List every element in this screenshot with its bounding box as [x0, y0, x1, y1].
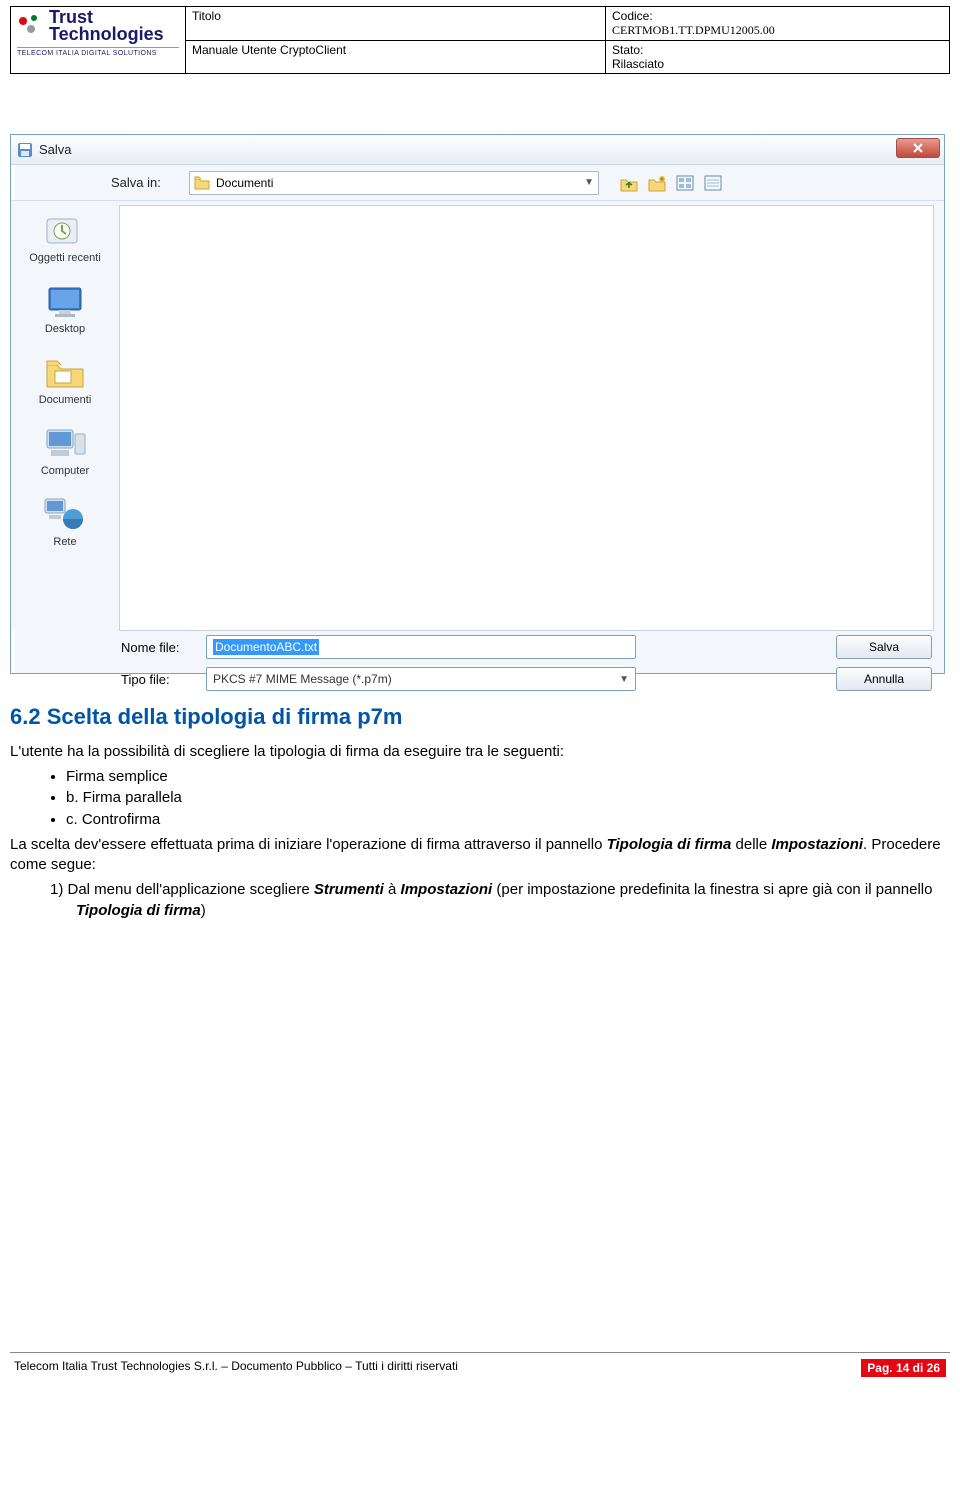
computer-icon: [41, 424, 89, 462]
step1-post2: ): [201, 902, 206, 919]
para2-em1: Tipologia di firma: [607, 836, 732, 853]
filetype-select[interactable]: PKCS #7 MIME Message (*.p7m) ▼: [206, 667, 636, 691]
step1-post1: (per impostazione predefinita la finestr…: [492, 881, 932, 898]
para2: La scelta dev'essere effettuata prima di…: [10, 835, 950, 876]
stato-label: Stato:: [612, 43, 943, 57]
chevron-down-icon: ▼: [619, 674, 629, 685]
file-list-area[interactable]: [119, 205, 934, 631]
intro-text: L'utente ha la possibilità di scegliere …: [10, 742, 950, 763]
bullet-list: Firma semplice b. Firma parallela c. Con…: [66, 767, 950, 831]
step1-pre: 1) Dal menu dell'applicazione scegliere: [50, 881, 314, 898]
filename-label: Nome file:: [121, 640, 196, 655]
place-desktop[interactable]: Desktop: [17, 278, 113, 339]
codice-cell: Codice: CERTMOB1.TT.DPMU12005.00: [606, 7, 950, 41]
ordered-list: 1) Dal menu dell'applicazione scegliere …: [50, 880, 950, 921]
documents-icon: [41, 353, 89, 391]
place-label: Oggetti recenti: [29, 252, 101, 264]
page-footer: Telecom Italia Trust Technologies S.r.l.…: [10, 1352, 950, 1377]
place-label: Rete: [53, 536, 76, 548]
place-documents[interactable]: Documenti: [17, 349, 113, 410]
stato-cell: Stato: Rilasciato: [606, 41, 950, 74]
save-in-value: Documenti: [216, 176, 578, 190]
logo-text-2: Technologies: [49, 26, 164, 43]
footer-left: Telecom Italia Trust Technologies S.r.l.…: [14, 1359, 458, 1377]
network-icon: [41, 495, 89, 533]
place-label: Desktop: [45, 323, 85, 335]
doc-header: Trust Technologies TELECOM ITALIA DIGITA…: [10, 6, 950, 74]
para2-mid: delle: [731, 836, 771, 853]
section-heading: 6.2 Scelta della tipologia di firma p7m: [10, 704, 950, 730]
titlebar: Salva: [11, 135, 944, 165]
place-computer[interactable]: Computer: [17, 420, 113, 481]
step1-em2: Impostazioni: [401, 881, 493, 898]
codice-value: CERTMOB1.TT.DPMU12005.00: [612, 23, 943, 38]
up-folder-icon[interactable]: [619, 173, 639, 193]
filetype-row: Tipo file: PKCS #7 MIME Message (*.p7m) …: [11, 663, 944, 695]
places-bar: Oggetti recenti Desktop Documenti: [11, 201, 119, 631]
place-recent[interactable]: Oggetti recenti: [17, 207, 113, 268]
titolo-cell: Titolo: [186, 7, 606, 41]
step1-em3: Tipologia di firma: [76, 902, 201, 919]
bullet-item: c. Controfirma: [66, 810, 950, 831]
save-dialog: Salva Salva in: Documenti ▼: [10, 134, 945, 674]
place-label: Computer: [41, 465, 89, 477]
view-list-icon[interactable]: [675, 173, 695, 193]
step-1: 1) Dal menu dell'applicazione scegliere …: [50, 880, 950, 921]
view-details-icon[interactable]: [703, 173, 723, 193]
close-button[interactable]: [896, 138, 940, 158]
filename-value: DocumentoABC.txt: [213, 639, 319, 655]
filetype-value: PKCS #7 MIME Message (*.p7m): [213, 672, 392, 686]
save-in-combo[interactable]: Documenti ▼: [189, 171, 599, 195]
logo-cell: Trust Technologies TELECOM ITALIA DIGITA…: [11, 7, 186, 74]
codice-label: Codice:: [612, 9, 943, 23]
step1-mid: à: [384, 881, 401, 898]
cancel-button[interactable]: Annulla: [836, 667, 932, 691]
place-network[interactable]: Rete: [17, 491, 113, 552]
chevron-down-icon: ▼: [584, 177, 594, 188]
stato-value: Rilasciato: [612, 57, 943, 71]
save-dialog-icon: [17, 142, 33, 158]
logo-subtext: TELECOM ITALIA DIGITAL SOLUTIONS: [17, 47, 179, 57]
titolo-label: Titolo: [192, 9, 599, 23]
save-button[interactable]: Salva: [836, 635, 932, 659]
filename-input[interactable]: DocumentoABC.txt: [206, 635, 636, 659]
para2-em2: Impostazioni: [771, 836, 863, 853]
para2-pre: La scelta dev'essere effettuata prima di…: [10, 836, 607, 853]
save-in-row: Salva in: Documenti ▼: [11, 165, 944, 201]
new-folder-icon[interactable]: [647, 173, 667, 193]
recent-icon: [41, 211, 89, 249]
logo-icon: [17, 15, 45, 37]
filetype-label: Tipo file:: [121, 672, 196, 687]
bullet-item: Firma semplice: [66, 767, 950, 788]
desktop-icon: [41, 282, 89, 320]
dialog-title: Salva: [39, 142, 72, 157]
footer-page-number: Pag. 14 di 26: [861, 1359, 946, 1377]
filename-row: Nome file: DocumentoABC.txt Salva: [11, 631, 944, 663]
folder-icon: [194, 176, 210, 190]
bullet-item: b. Firma parallela: [66, 788, 950, 809]
manual-title-cell: Manuale Utente CryptoClient: [186, 41, 606, 74]
manual-title: Manuale Utente CryptoClient: [192, 43, 599, 57]
step1-em1: Strumenti: [314, 881, 384, 898]
place-label: Documenti: [39, 394, 92, 406]
save-in-label: Salva in:: [111, 175, 181, 190]
section-body: L'utente ha la possibilità di scegliere …: [10, 742, 950, 922]
